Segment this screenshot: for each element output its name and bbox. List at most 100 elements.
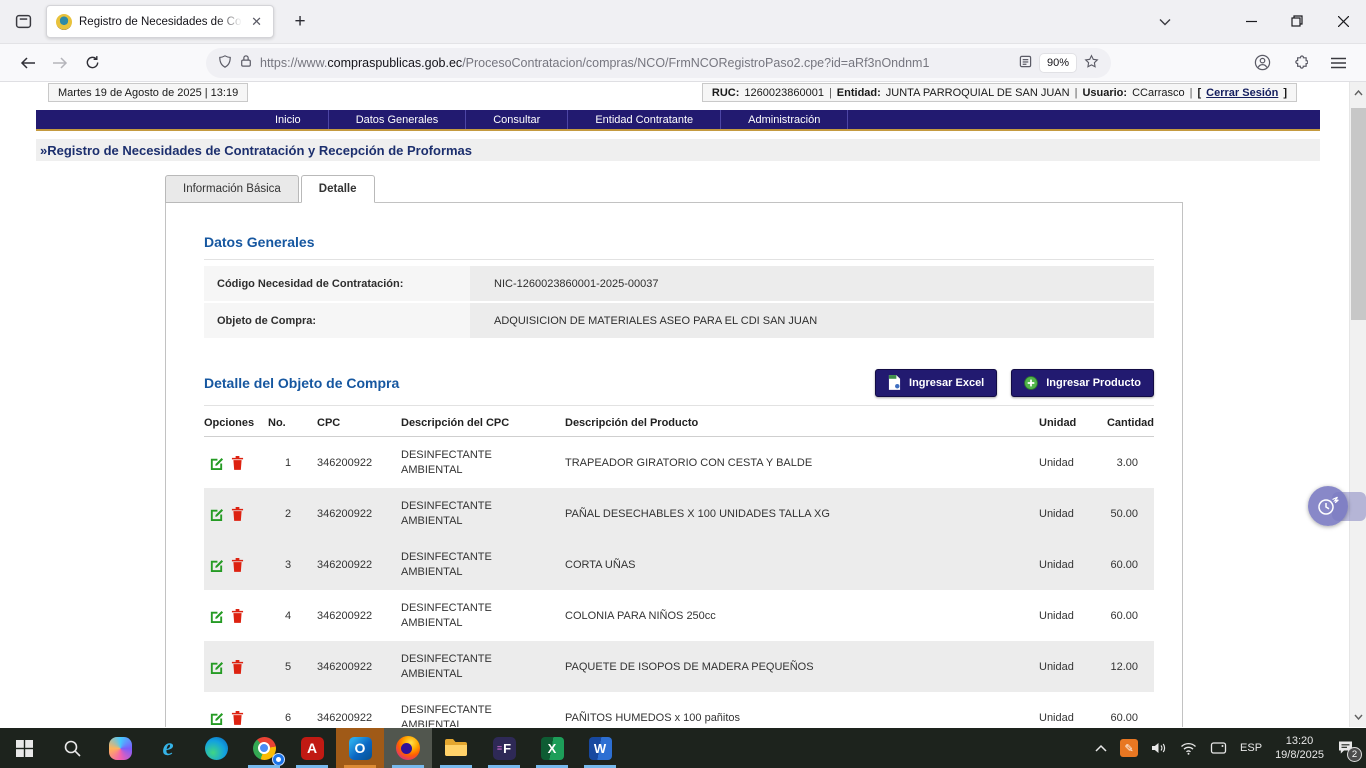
back-button[interactable] [12, 49, 44, 77]
col-producto: Descripción del Producto [565, 417, 1039, 429]
delete-icon[interactable] [231, 455, 244, 470]
table-row: 3 346200922 DESINFECTANTE AMBIENTAL CORT… [204, 539, 1154, 590]
objeto-label: Objeto de Compra: [204, 303, 470, 338]
edit-icon[interactable] [209, 659, 224, 674]
outlook-icon[interactable] [336, 728, 384, 768]
restore-button[interactable] [1274, 0, 1320, 42]
page-scrollbar[interactable] [1349, 82, 1366, 727]
account-icon[interactable] [1246, 49, 1278, 77]
delete-icon[interactable] [231, 710, 244, 725]
edit-icon[interactable] [209, 506, 224, 521]
display-connect-icon[interactable] [1210, 741, 1227, 755]
scroll-up-arrow[interactable] [1350, 84, 1366, 101]
table-body: 1 346200922 DESINFECTANTE AMBIENTAL TRAP… [204, 437, 1154, 727]
reload-button[interactable] [76, 49, 108, 77]
codigo-value: NIC-1260023860001-2025-00037 [470, 266, 1154, 301]
ingresar-producto-button[interactable]: Ingresar Producto [1011, 369, 1154, 397]
notifications-icon[interactable]: 2 [1337, 739, 1354, 758]
tracking-shield-icon[interactable] [218, 54, 232, 72]
copilot-icon[interactable] [96, 728, 144, 768]
edge-icon[interactable] [192, 728, 240, 768]
edit-icon[interactable] [209, 608, 224, 623]
start-button[interactable] [0, 728, 48, 768]
col-unidad: Unidad [1039, 417, 1099, 429]
internet-explorer-icon[interactable] [144, 728, 192, 768]
forward-button[interactable] [44, 49, 76, 77]
browser-titlebar: Registro de Necesidades de Co ✕ + [0, 0, 1366, 44]
lock-icon[interactable] [240, 54, 252, 71]
excel-icon[interactable] [528, 728, 576, 768]
tab-informacion-basica[interactable]: Información Básica [165, 175, 299, 203]
excel-file-icon [888, 375, 901, 390]
wifi-icon[interactable] [1180, 742, 1197, 755]
scrollbar-thumb[interactable] [1351, 108, 1366, 320]
search-button[interactable] [48, 728, 96, 768]
ingresar-excel-button[interactable]: Ingresar Excel [875, 369, 997, 397]
firefox-icon[interactable] [384, 728, 432, 768]
datos-generales-heading: Datos Generales [204, 234, 1154, 250]
pen-app-tray-icon[interactable] [1120, 739, 1138, 757]
web-page: Martes 19 de Agosto de 2025 | 13:19 RUC:… [0, 82, 1366, 727]
menu-hamburger-icon[interactable] [1322, 49, 1354, 77]
notification-count-badge: 2 [1347, 747, 1362, 762]
floating-timer-widget[interactable] [1308, 486, 1366, 526]
objeto-value: ADQUISICION DE MATERIALES ASEO PARA EL C… [470, 303, 1154, 338]
edit-icon[interactable] [209, 710, 224, 725]
bookmark-star-icon[interactable] [1084, 54, 1099, 72]
objeto-row: Objeto de Compra: ADQUISICION DE MATERIA… [204, 303, 1154, 338]
delete-icon[interactable] [231, 659, 244, 674]
file-explorer-icon[interactable] [432, 728, 480, 768]
hidden-icons-chevron-icon[interactable] [1095, 744, 1107, 752]
tab-detalle[interactable]: Detalle [301, 175, 375, 203]
chrome-icon[interactable] [240, 728, 288, 768]
table-row: 2 346200922 DESINFECTANTE AMBIENTAL PAÑA… [204, 488, 1154, 539]
divider [204, 259, 1154, 260]
reader-mode-icon[interactable] [1019, 55, 1032, 71]
word-icon[interactable] [576, 728, 624, 768]
logout-link[interactable]: Cerrar Sesión [1206, 87, 1278, 99]
nav-item-entidad-contratante[interactable]: Entidad Contratante [567, 110, 720, 129]
volume-icon[interactable] [1151, 741, 1167, 755]
nav-item-consultar[interactable]: Consultar [465, 110, 567, 129]
nav-item-inicio[interactable]: Inicio [248, 110, 328, 129]
extensions-puzzle-icon[interactable] [1284, 49, 1316, 77]
browser-tab[interactable]: Registro de Necesidades de Co ✕ [46, 5, 274, 38]
delete-icon[interactable] [231, 506, 244, 521]
list-tabs-chevron-icon[interactable] [1150, 7, 1180, 37]
language-indicator[interactable]: ESP [1240, 742, 1262, 754]
taskbar-date: 19/8/2025 [1275, 748, 1324, 762]
new-tab-button[interactable]: + [286, 11, 314, 33]
user-label: Usuario: [1082, 87, 1127, 99]
edit-icon[interactable] [209, 557, 224, 572]
datetime-bar: Martes 19 de Agosto de 2025 | 13:19 [48, 83, 248, 102]
main-nav: Inicio Datos Generales Consultar Entidad… [36, 110, 1320, 131]
nav-item-administracion[interactable]: Administración [720, 110, 848, 129]
edit-icon[interactable] [209, 455, 224, 470]
delete-icon[interactable] [231, 608, 244, 623]
acrobat-reader-icon[interactable] [288, 728, 336, 768]
taskbar-clock[interactable]: 13:20 19/8/2025 [1275, 734, 1324, 763]
tab-close-icon[interactable]: ✕ [249, 13, 264, 30]
zoom-level-badge[interactable]: 90% [1040, 54, 1076, 72]
url-bar[interactable]: https://www.compraspublicas.gob.ec/Proce… [206, 48, 1111, 78]
window-controls [1228, 0, 1366, 42]
entity-label: Entidad: [837, 87, 881, 99]
page-title: »Registro de Necesidades de Contratación… [36, 139, 1320, 161]
table-header: Opciones No. CPC Descripción del CPC Des… [204, 417, 1154, 437]
firefox-view-icon[interactable] [8, 7, 38, 37]
codigo-row: Código Necesidad de Contratación: NIC-12… [204, 266, 1154, 301]
content-tabs: Información Básica Detalle [165, 175, 377, 203]
nav-item-datos-generales[interactable]: Datos Generales [328, 110, 466, 129]
taskbar-time: 13:20 [1275, 734, 1324, 748]
col-opciones: Opciones [204, 417, 268, 429]
detail-panel: Datos Generales Código Necesidad de Cont… [165, 202, 1183, 727]
toolbar-right-buttons [1246, 49, 1354, 77]
fec-app-icon[interactable]: ≡ [480, 728, 528, 768]
scroll-down-arrow[interactable] [1350, 708, 1366, 725]
winged-clock-icon[interactable] [1308, 486, 1348, 526]
minimize-button[interactable] [1228, 0, 1274, 42]
delete-icon[interactable] [231, 557, 244, 572]
user-value: CCarrasco [1132, 87, 1185, 99]
codigo-label: Código Necesidad de Contratación: [204, 266, 470, 301]
close-button[interactable] [1320, 0, 1366, 42]
